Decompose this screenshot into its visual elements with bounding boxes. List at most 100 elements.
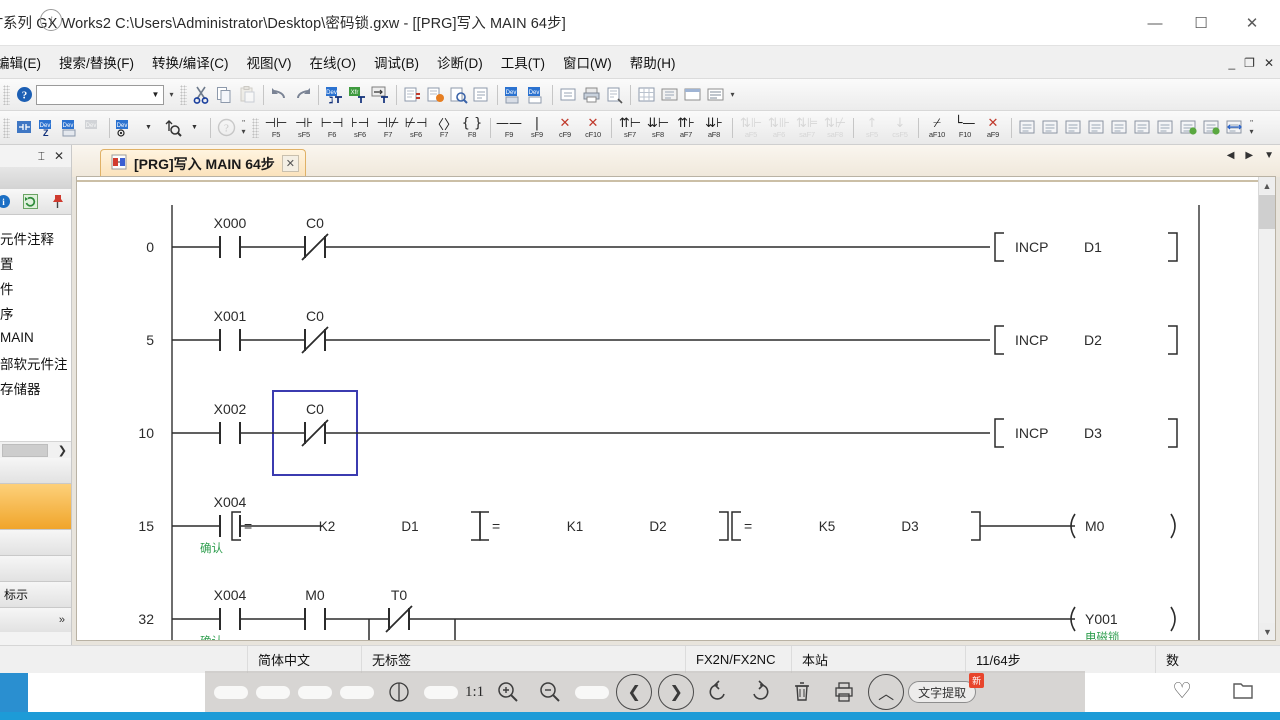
- ladder-key-sF6-5[interactable]: ⊬⊣ sF6: [402, 113, 430, 143]
- device-monitor-icon[interactable]: Dev Z: [36, 116, 59, 139]
- tree-item-comment[interactable]: 元件注释: [0, 225, 71, 250]
- list-icon[interactable]: [704, 83, 727, 106]
- ladder-contact[interactable]: X000: [200, 215, 260, 258]
- paste-icon[interactable]: [236, 83, 259, 106]
- ladder-vertical-scrollbar[interactable]: ▲ ▼: [1258, 177, 1275, 640]
- chevron-down-icon-3[interactable]: ▼: [183, 116, 206, 139]
- ladder-edit-icon[interactable]: [13, 116, 36, 139]
- ladder-key-sF8-13[interactable]: ⇊⊢ sF8: [644, 113, 672, 143]
- monitor-read-icon[interactable]: [1200, 116, 1223, 139]
- scroll-thumb[interactable]: [1259, 195, 1275, 229]
- tree-item-main[interactable]: MAIN: [0, 325, 71, 350]
- toolbar-grip[interactable]: [3, 84, 10, 105]
- insert-col-icon[interactable]: [1131, 116, 1154, 139]
- redo-icon[interactable]: [291, 83, 314, 106]
- window-icon[interactable]: [681, 83, 704, 106]
- toolbar-overflow-3[interactable]: " ▾: [238, 115, 249, 141]
- help-icon[interactable]: ?: [13, 83, 36, 106]
- tree-item-device[interactable]: 件: [0, 275, 71, 300]
- ladder-key-F7-6[interactable]: 〈〉 F7: [430, 113, 458, 143]
- ladder-key-cF10-11[interactable]: ✕ cF10: [579, 113, 607, 143]
- toolbar-overflow-2[interactable]: ▾: [727, 82, 738, 108]
- tab-prev-icon[interactable]: ◀: [1227, 150, 1235, 161]
- doc-link-icon[interactable]: [1039, 116, 1062, 139]
- panel-tab-0[interactable]: [0, 458, 71, 484]
- hscroll-thumb[interactable]: [2, 443, 48, 457]
- ladder-contact[interactable]: C0: [285, 308, 345, 354]
- overlay-pill-2[interactable]: [253, 677, 293, 707]
- collapse-toolbar-button[interactable]: ︿: [866, 674, 906, 710]
- ladder-key-F9-8[interactable]: —— F9: [495, 113, 523, 143]
- tree-item-device-memory[interactable]: 存储器: [0, 375, 71, 400]
- tree-item-setting[interactable]: 置: [0, 250, 71, 275]
- device-find-icon[interactable]: Dev ℷ: [323, 83, 346, 106]
- menu-item-edit[interactable]: 编辑(E): [0, 52, 50, 72]
- panel-tab-3[interactable]: [0, 556, 71, 582]
- delete-icon[interactable]: [782, 677, 822, 707]
- mdi-minimize-button[interactable]: _: [1228, 56, 1235, 70]
- ladder-key-aF6-17[interactable]: ⇅⊪ aF6: [765, 113, 793, 143]
- menu-item-convert-compile[interactable]: 转换/编译(C): [143, 52, 238, 72]
- rotate-right-icon[interactable]: [740, 677, 780, 707]
- menu-item-view[interactable]: 视图(V): [238, 52, 301, 72]
- ladder-editor[interactable]: 0 X000 C0 INCP D1 5 X001 C0 INCP D2 10 X002 C0 INCP D3…: [76, 176, 1276, 641]
- insert-row-icon[interactable]: [1108, 116, 1131, 139]
- device-view-icon[interactable]: Dev: [114, 116, 137, 139]
- ladder-key-sF6-3[interactable]: ⊦⊣ sF6: [346, 113, 374, 143]
- favorite-icon[interactable]: ♡: [1172, 678, 1192, 704]
- scroll-up-arrow[interactable]: ▲: [1259, 177, 1275, 194]
- ladder-diagram[interactable]: 0 X000 C0 INCP D1 5 X001 C0 INCP D2 10 X002 C0 INCP D3…: [77, 177, 1260, 640]
- resize-icon[interactable]: [1223, 116, 1246, 139]
- toolbar-grip-2[interactable]: [180, 84, 187, 105]
- refresh-icon[interactable]: [19, 190, 42, 213]
- list-view-icon[interactable]: [1154, 116, 1177, 139]
- zoom-in-icon[interactable]: [488, 677, 528, 707]
- overlay-pill-1[interactable]: [211, 677, 251, 707]
- cut-icon[interactable]: [190, 83, 213, 106]
- menu-item-window[interactable]: 窗口(W): [554, 52, 621, 72]
- ladder-symbols-grip[interactable]: [252, 117, 259, 138]
- pin-icon[interactable]: ⌶: [38, 149, 45, 164]
- print-icon-overlay[interactable]: [824, 677, 864, 707]
- ladder-key-saF8-19[interactable]: ⇅⊬ saF8: [821, 113, 849, 143]
- chevron-down-icon[interactable]: ▼: [148, 86, 163, 104]
- ladder-key-aF5-16[interactable]: ⇅⊩ aF5: [737, 113, 765, 143]
- menu-item-help[interactable]: 帮助(H): [621, 52, 685, 72]
- info-icon[interactable]: i: [0, 190, 15, 213]
- menu-item-search-replace[interactable]: 搜索/替换(F): [50, 52, 143, 72]
- prev-image-button[interactable]: ❮: [614, 674, 654, 710]
- ladder-toolbar-grip[interactable]: [3, 117, 10, 138]
- ladder-contact[interactable]: M0: [285, 587, 345, 630]
- ladder-key-aF8-15[interactable]: ⇊⊦ aF8: [700, 113, 728, 143]
- help-circle-icon[interactable]: ?: [215, 116, 238, 139]
- tab-next-icon[interactable]: ▶: [1245, 150, 1253, 161]
- mdi-close-button[interactable]: ✕: [1264, 56, 1274, 70]
- viewer-info-button[interactable]: i: [40, 9, 62, 31]
- rotate-left-icon[interactable]: [698, 677, 738, 707]
- chevron-down-icon-2[interactable]: ▼: [137, 116, 160, 139]
- scroll-down-arrow[interactable]: ▼: [1259, 623, 1275, 640]
- maximize-button[interactable]: ☐: [1178, 0, 1224, 46]
- find-next-icon[interactable]: [470, 83, 493, 106]
- open-doc-icon[interactable]: [1062, 116, 1085, 139]
- overlay-pill-5[interactable]: [421, 677, 461, 707]
- ladder-contact[interactable]: X001: [200, 308, 260, 351]
- device-change-icon[interactable]: [369, 83, 392, 106]
- chevron-left-icon[interactable]: ❮: [616, 674, 653, 710]
- folder-icon[interactable]: [1232, 679, 1254, 704]
- ladder-key-aF9-24[interactable]: ✕ aF9: [979, 113, 1007, 143]
- tree-item-local-device-comment[interactable]: 部软元件注: [0, 350, 71, 375]
- device-disabled-icon[interactable]: Dev: [82, 116, 105, 139]
- ladder-coil[interactable]: M0: [1070, 513, 1176, 539]
- document-tab[interactable]: [PRG]写入 MAIN 64步 ✕: [100, 149, 306, 177]
- monitor-stop-icon[interactable]: Dev: [525, 83, 548, 106]
- ladder-key-sF5-1[interactable]: ⊣⊦ sF5: [290, 113, 318, 143]
- compile-icon[interactable]: [401, 83, 424, 106]
- toolbar-overflow-1[interactable]: ▾: [166, 82, 177, 108]
- ladder-key-aF10-22[interactable]: ⌿ aF10: [923, 113, 951, 143]
- grid-icon[interactable]: [635, 83, 658, 106]
- fit-page-icon[interactable]: [379, 677, 419, 707]
- ladder-key-csF5-21[interactable]: ↓ csF5: [886, 113, 914, 143]
- menu-item-online[interactable]: 在线(O): [301, 52, 366, 72]
- overlay-pill-3[interactable]: [295, 677, 335, 707]
